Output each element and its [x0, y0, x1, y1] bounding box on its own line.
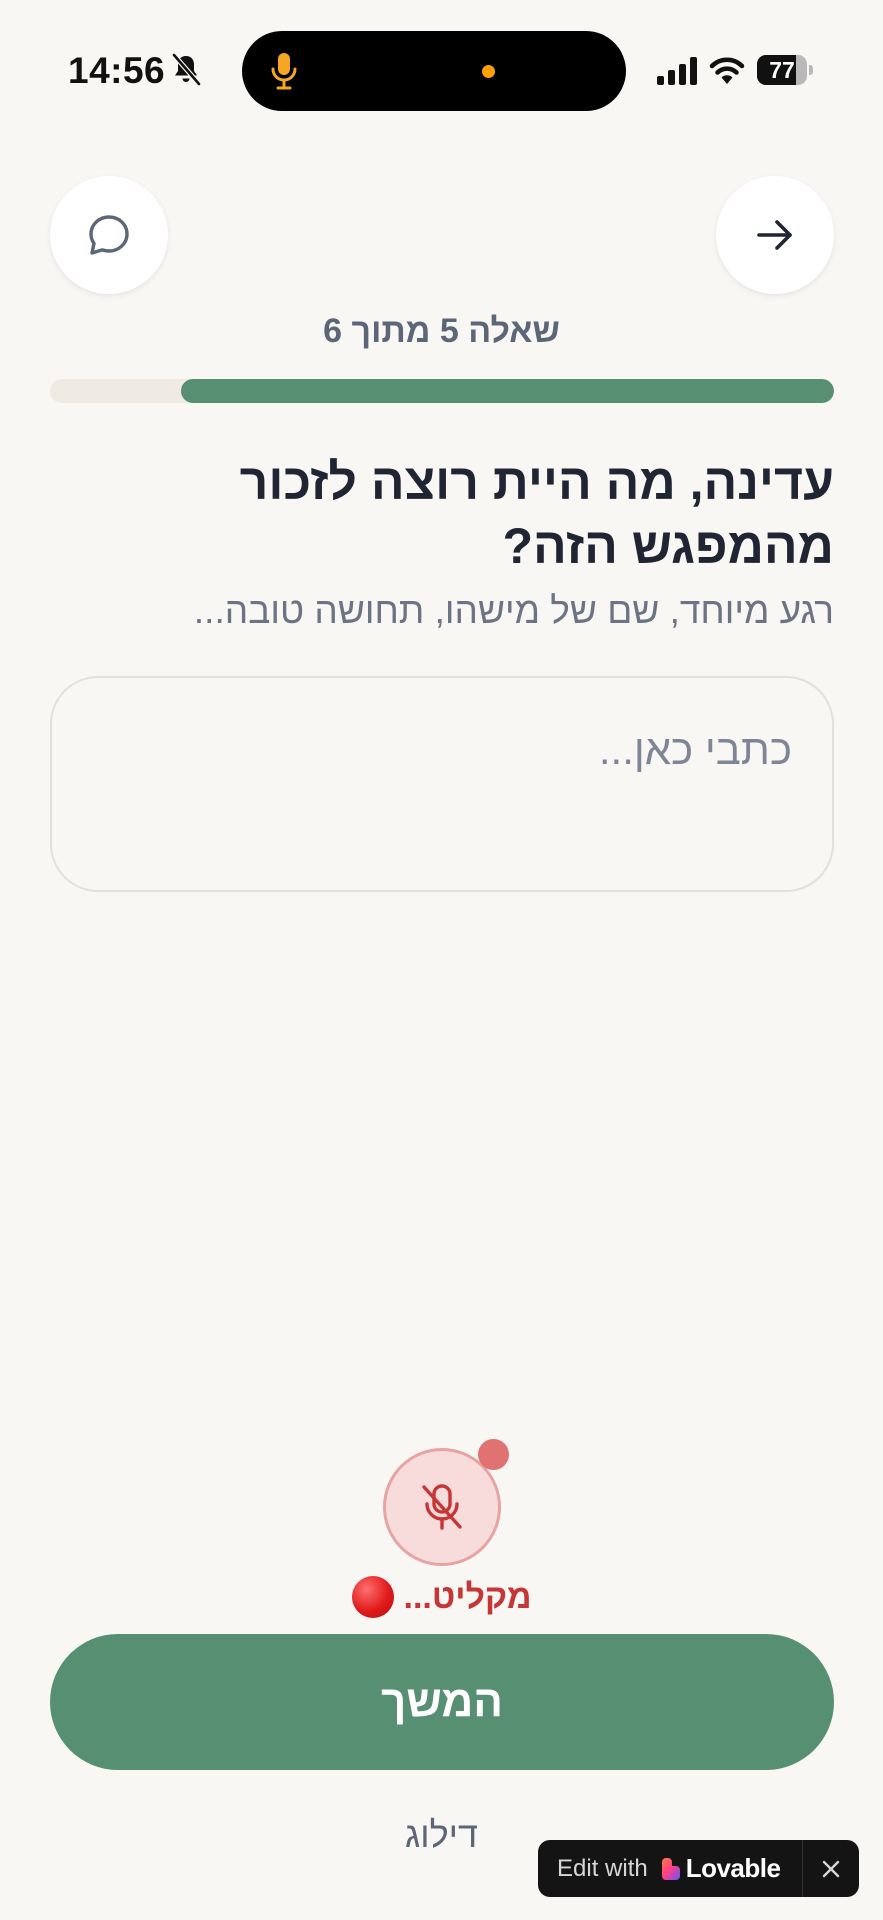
screen: 14:56 77 שאלה 5 מתוך 6 עדינה, מה היית רו… — [0, 0, 883, 1920]
chat-bubble-icon — [89, 215, 129, 255]
status-time: 14:56 — [68, 50, 166, 91]
progress-fill — [180, 379, 834, 403]
question-hint: רגע מיוחד, שם של מישהו, תחושה טובה... — [193, 590, 834, 631]
question-title: עדינה, מה היית רוצה לזכור מהמפגש הזה? — [239, 454, 834, 574]
continue-button[interactable]: המשך — [50, 1634, 834, 1770]
progress-bar — [50, 379, 834, 403]
privacy-dot — [482, 65, 495, 78]
wifi-icon — [709, 57, 745, 84]
lovable-badge: Edit with Lovable — [538, 1840, 859, 1897]
mic-indicator-icon — [271, 53, 297, 90]
red-circle-icon — [351, 1576, 394, 1618]
next-arrow-button[interactable] — [716, 176, 834, 294]
close-icon — [822, 1860, 840, 1877]
lovable-heart-icon — [661, 1857, 680, 1880]
recording-status: מקליט... — [0, 1576, 883, 1618]
arrow-right-icon — [757, 220, 792, 250]
battery-level: 77 — [769, 57, 795, 83]
signal-icon — [657, 57, 697, 85]
recording-status-text: מקליט... — [403, 1577, 532, 1616]
answer-textarea[interactable] — [50, 676, 834, 892]
battery-indicator: 77 — [757, 55, 813, 85]
dynamic-island — [242, 31, 626, 111]
badge-close-button[interactable] — [803, 1840, 859, 1897]
edit-with-lovable-link[interactable]: Edit with Lovable — [538, 1840, 802, 1897]
progress-label: שאלה 5 מתוך 6 — [323, 312, 560, 350]
edit-with-text: Edit with — [557, 1854, 648, 1882]
lovable-brand: Lovable — [685, 1853, 781, 1883]
mic-off-icon — [422, 1484, 462, 1530]
recording-dot — [478, 1439, 509, 1470]
bell-muted-icon — [172, 53, 201, 86]
chat-button[interactable] — [50, 176, 168, 294]
